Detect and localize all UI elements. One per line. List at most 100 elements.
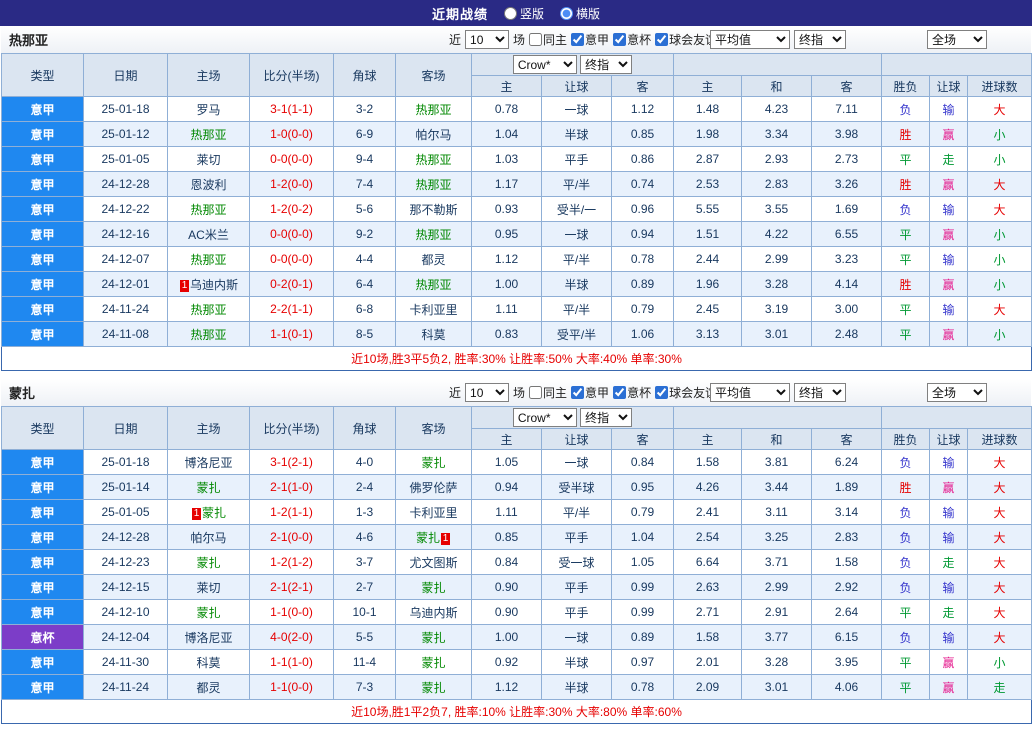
away-team[interactable]: 热那亚 [395, 271, 472, 297]
match-score[interactable]: 1-0(0-0) [249, 121, 334, 147]
match-score[interactable]: 1-2(0-0) [249, 171, 334, 197]
match-score[interactable]: 1-1(0-0) [249, 599, 334, 625]
match-score[interactable]: 2-1(0-0) [249, 524, 334, 550]
odds-away: 0.85 [610, 121, 675, 147]
home-team[interactable]: 博洛尼亚 [167, 449, 250, 475]
match-score[interactable]: 3-1(2-1) [249, 449, 334, 475]
filter-serie-a[interactable]: 意甲 [571, 384, 609, 401]
match-score[interactable]: 2-2(1-1) [249, 296, 334, 322]
home-team[interactable]: 蒙扎 [167, 549, 250, 575]
match-count-select[interactable]: 10 [465, 30, 510, 49]
italy-cup-checkbox[interactable] [613, 386, 627, 399]
same-home-checkbox[interactable] [529, 386, 543, 399]
avg-period-select[interactable]: 终指 [794, 30, 846, 49]
fullmatch-select[interactable]: 全场 [927, 30, 987, 49]
home-team[interactable]: 蒙扎 [167, 474, 250, 500]
home-team[interactable]: 热那亚 [167, 196, 250, 222]
odds-period-select[interactable]: 终指 [580, 408, 633, 427]
home-team[interactable]: 热那亚 [167, 246, 250, 272]
away-team[interactable]: 都灵 [395, 246, 472, 272]
match-score[interactable]: 1-1(0-1) [249, 321, 334, 347]
avg-period-select[interactable]: 终指 [794, 383, 846, 402]
match-score[interactable]: 1-2(1-1) [249, 499, 334, 525]
match-score[interactable]: 1-1(1-0) [249, 649, 334, 675]
away-team[interactable]: 蒙扎 [395, 674, 472, 700]
home-team[interactable]: 恩波利 [167, 171, 250, 197]
away-team[interactable]: 热那亚 [395, 221, 472, 247]
away-team[interactable]: 热那亚 [395, 146, 472, 172]
odds-source-select[interactable]: Crow* [512, 408, 577, 427]
away-team[interactable]: 热那亚 [395, 171, 472, 197]
filter-same-home[interactable]: 同主 [529, 31, 567, 48]
match-score[interactable]: 2-1(2-1) [249, 574, 334, 600]
away-team[interactable]: 蒙扎 1 [395, 524, 472, 550]
match-score[interactable]: 2-1(1-0) [249, 474, 334, 500]
club-friendly-checkbox[interactable] [655, 386, 669, 399]
away-team[interactable]: 热那亚 [395, 96, 472, 122]
match-score[interactable]: 0-0(0-0) [249, 246, 334, 272]
home-team[interactable]: 帕尔马 [167, 524, 250, 550]
away-team[interactable]: 蒙扎 [395, 574, 472, 600]
odds-source-select[interactable]: Crow* [512, 55, 577, 74]
home-team[interactable]: AC米兰 [167, 221, 250, 247]
match-score[interactable]: 0-2(0-1) [249, 271, 334, 297]
match-score[interactable]: 0-0(0-0) [249, 221, 334, 247]
home-team[interactable]: 都灵 [167, 674, 250, 700]
layout-horizontal-radio[interactable]: 横版 [560, 5, 600, 22]
layout-vertical-radio[interactable]: 竖版 [503, 5, 544, 22]
home-team[interactable]: 莱切 [167, 146, 250, 172]
home-team[interactable]: 热那亚 [167, 321, 250, 347]
avg-draw: 3.19 [741, 296, 813, 322]
home-team[interactable]: 罗马 [167, 96, 250, 122]
topbar: 近期战绩 竖版 横版 [0, 0, 1032, 26]
team-name: 莱切 [196, 580, 221, 595]
away-team[interactable]: 卡利亚里 [395, 499, 472, 525]
filter-italy-cup[interactable]: 意杯 [613, 31, 651, 48]
serie-a-checkbox[interactable] [571, 386, 585, 399]
match-score[interactable]: 0-0(0-0) [249, 146, 334, 172]
home-team[interactable]: 莱切 [167, 574, 250, 600]
home-team[interactable]: 博洛尼亚 [167, 624, 250, 650]
match-count-select[interactable]: 10 [465, 383, 510, 402]
home-team[interactable]: 蒙扎 [167, 599, 250, 625]
fullmatch-select[interactable]: 全场 [927, 383, 987, 402]
team-name: 蒙扎 [201, 505, 226, 520]
league-cell: 意甲 [1, 499, 84, 525]
away-team[interactable]: 蒙扎 [395, 624, 472, 650]
home-team[interactable]: 热那亚 [167, 121, 250, 147]
home-team[interactable]: 1 乌迪内斯 [167, 271, 250, 297]
match-score[interactable]: 1-2(0-2) [249, 196, 334, 222]
away-team[interactable]: 蒙扎 [395, 449, 472, 475]
team-name: 佛罗伦萨 [409, 480, 458, 495]
away-team[interactable]: 卡利亚里 [395, 296, 472, 322]
vertical-radio-input[interactable] [503, 6, 517, 20]
col-score-header: 比分(半场) [249, 406, 334, 450]
match-score[interactable]: 1-2(1-2) [249, 549, 334, 575]
match-score[interactable]: 3-1(1-1) [249, 96, 334, 122]
away-team[interactable]: 帕尔马 [395, 121, 472, 147]
avg-source-select[interactable]: 平均值 [710, 383, 790, 402]
away-team[interactable]: 那不勒斯 [395, 196, 472, 222]
match-score[interactable]: 4-0(2-0) [249, 624, 334, 650]
away-team[interactable]: 科莫 [395, 321, 472, 347]
avg-source-select[interactable]: 平均值 [710, 30, 790, 49]
home-team[interactable]: 科莫 [167, 649, 250, 675]
filter-serie-a[interactable]: 意甲 [571, 31, 609, 48]
same-home-checkbox[interactable] [529, 33, 543, 46]
horizontal-radio-input[interactable] [560, 6, 573, 20]
italy-cup-checkbox[interactable] [613, 33, 627, 46]
away-team[interactable]: 尤文图斯 [395, 549, 472, 575]
odds-period-select[interactable]: 终指 [580, 55, 633, 74]
home-team[interactable]: 1 蒙扎 [167, 499, 250, 525]
home-team[interactable]: 热那亚 [167, 296, 250, 322]
serie-a-checkbox[interactable] [571, 33, 585, 46]
filter-same-home[interactable]: 同主 [529, 384, 567, 401]
away-team[interactable]: 佛罗伦萨 [395, 474, 472, 500]
away-team[interactable]: 蒙扎 [395, 649, 472, 675]
filter-italy-cup[interactable]: 意杯 [613, 384, 651, 401]
result-outcome: 胜 [881, 474, 931, 500]
result-handicap: 走 [929, 599, 969, 625]
club-friendly-checkbox[interactable] [655, 33, 669, 46]
away-team[interactable]: 乌迪内斯 [395, 599, 472, 625]
match-score[interactable]: 1-1(0-0) [249, 674, 334, 700]
